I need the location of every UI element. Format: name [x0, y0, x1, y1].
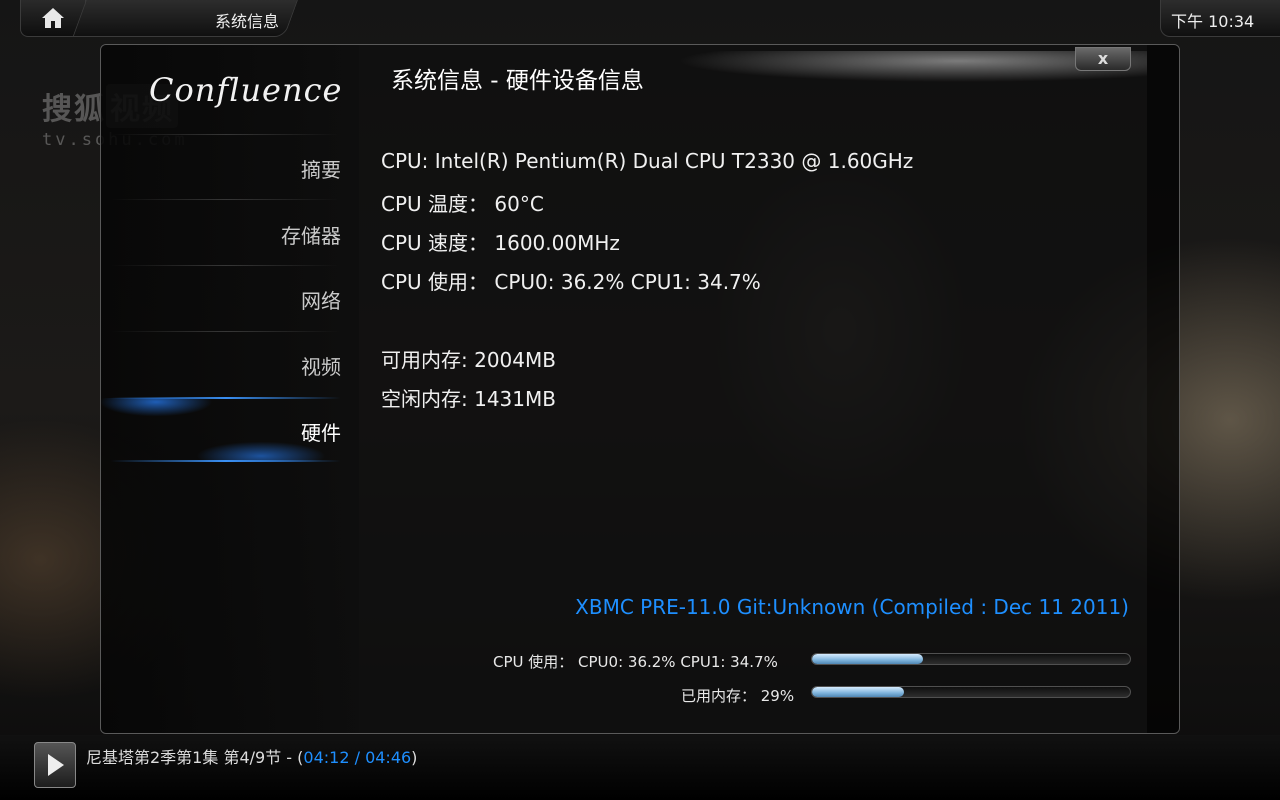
- sidebar-item-label: 摘要: [301, 158, 341, 182]
- cpu-usage: CPU 使用： CPU0: 36.2% CPU1: 34.7%: [381, 270, 761, 294]
- cpu-temperature: CPU 温度： 60°C: [381, 192, 544, 216]
- play-button[interactable]: [34, 742, 76, 788]
- memory-used-label: 已用内存： 29%: [681, 687, 795, 705]
- sidebar-item-video[interactable]: 视频: [101, 332, 359, 396]
- now-playing-suffix: ): [411, 748, 418, 767]
- sidebar-item-label: 硬件: [301, 421, 341, 445]
- dialog-edge: [1147, 45, 1179, 733]
- info-panel: 系统信息 - 硬件设备信息 CPU: Intel(R) Pentium(R) D…: [359, 45, 1147, 733]
- close-button[interactable]: x: [1075, 47, 1131, 71]
- sidebar-item-summary[interactable]: 摘要: [101, 135, 359, 199]
- cpu-model: CPU: Intel(R) Pentium(R) Dual CPU T2330 …: [381, 149, 914, 173]
- cpu-usage-fill: [812, 654, 924, 664]
- cpu-usage-bar: [811, 653, 1131, 665]
- cpu-speed: CPU 速度： 1600.00MHz: [381, 231, 620, 255]
- memory-available: 可用内存: 2004MB: [381, 348, 556, 372]
- cpu-usage-label: CPU 使用： CPU0: 36.2% CPU1: 34.7%: [493, 653, 778, 671]
- sidebar: Confluence 摘要 存储器 网络 视频 硬件: [101, 45, 359, 733]
- clock: 下午 10:34: [1171, 12, 1255, 31]
- sidebar-item-storage[interactable]: 存储器: [101, 201, 359, 265]
- watermark-text-a: 搜狐: [42, 92, 106, 127]
- home-icon: [42, 8, 64, 28]
- nav-divider: [111, 199, 341, 200]
- sidebar-item-label: 网络: [301, 289, 341, 313]
- memory-used-fill: [812, 687, 905, 697]
- active-highlight-bottom: [111, 460, 341, 462]
- memory-free: 空闲内存: 1431MB: [381, 387, 556, 411]
- now-playing-title: 尼基塔第2季第1集 第4/9节 - (: [86, 748, 304, 767]
- sidebar-item-label: 视频: [301, 355, 341, 379]
- play-icon: [48, 754, 64, 776]
- window-title: 系统信息: [215, 12, 280, 31]
- confluence-logo: Confluence: [149, 71, 343, 109]
- now-playing-info: 尼基塔第2季第1集 第4/9节 - (04:12 / 04:46): [86, 744, 417, 768]
- page-title: 系统信息 - 硬件设备信息: [391, 68, 644, 94]
- now-playing-time: 04:12 / 04:46: [303, 748, 412, 767]
- sidebar-item-label: 存储器: [281, 224, 341, 248]
- system-info-dialog: Confluence 摘要 存储器 网络 视频 硬件 系统信息 - 硬件设备信息…: [100, 44, 1180, 734]
- memory-used-bar: [811, 686, 1131, 698]
- close-icon: x: [1097, 49, 1109, 68]
- build-version: XBMC PRE-11.0 Git:Unknown (Compiled : De…: [575, 595, 1129, 619]
- sidebar-item-network[interactable]: 网络: [101, 266, 359, 330]
- sidebar-item-hardware[interactable]: 硬件: [101, 398, 359, 462]
- top-bar: 系统信息 下午 10:34: [0, 0, 1280, 38]
